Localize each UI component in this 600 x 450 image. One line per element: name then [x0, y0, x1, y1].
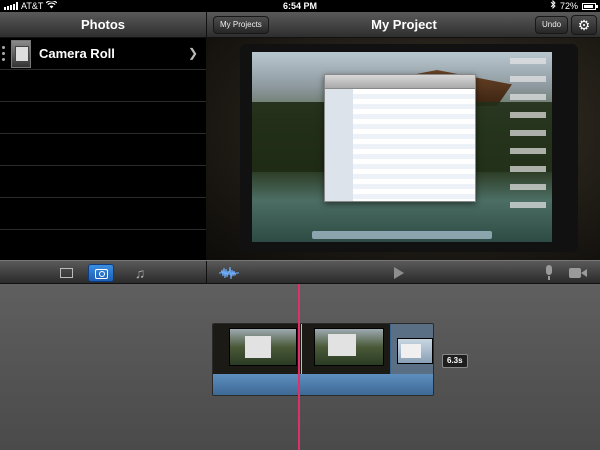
control-bar: ♫ — [0, 260, 600, 285]
list-item — [0, 198, 206, 230]
preview-frame-laptop — [240, 44, 578, 252]
list-item — [0, 134, 206, 166]
preview-finder-sidebar — [325, 89, 353, 201]
video-camera-icon[interactable] — [569, 267, 587, 279]
camera-icon — [94, 268, 108, 279]
play-button[interactable] — [394, 267, 404, 279]
photos-header: Photos — [0, 12, 206, 38]
album-thumbnail — [11, 39, 31, 68]
album-label: Camera Roll — [39, 46, 115, 61]
preview-finder-toolbar — [325, 75, 475, 89]
chevron-right-icon: ❯ — [187, 46, 198, 60]
drag-handle-icon[interactable] — [2, 46, 8, 61]
tab-music[interactable]: ♫ — [127, 264, 153, 282]
preview-finder-window — [324, 74, 476, 202]
preview-finder-content — [353, 89, 475, 201]
clip-thumbnail — [302, 324, 390, 374]
list-item — [0, 166, 206, 198]
list-item — [0, 102, 206, 134]
album-camera-roll[interactable]: Camera Roll ❯ — [0, 38, 206, 70]
status-right: 72% — [550, 0, 598, 12]
video-preview[interactable] — [206, 38, 600, 260]
status-time: 6:54 PM — [282, 1, 317, 11]
album-list: Camera Roll ❯ — [0, 38, 206, 260]
preview-frame-screen — [252, 52, 552, 242]
undo-button[interactable]: Undo — [535, 16, 569, 34]
tab-photos[interactable] — [88, 264, 114, 282]
gear-icon: ⚙ — [577, 17, 591, 33]
battery-percent: 72% — [559, 1, 578, 11]
clip-thumbnail — [213, 324, 301, 374]
timeline[interactable]: 6.3s — [0, 284, 600, 450]
preview-dock — [312, 231, 492, 239]
status-bar: AT&T 6:54 PM 72% — [0, 0, 600, 12]
clip-audio-bar — [213, 374, 433, 395]
audio-waveform-icon[interactable] — [218, 266, 240, 280]
preview-desktop-icons — [510, 58, 546, 218]
clip-duration-badge: 6.3s — [442, 354, 468, 368]
playhead[interactable] — [298, 284, 300, 450]
project-header: My Project My Projects Undo ⚙ — [206, 12, 600, 38]
bluetooth-icon — [550, 0, 556, 12]
photos-title: Photos — [80, 17, 126, 32]
timeline-clip[interactable] — [212, 323, 434, 396]
clip-thumbnail — [391, 324, 433, 374]
microphone-icon[interactable] — [544, 265, 554, 281]
control-divider — [206, 261, 207, 285]
settings-button[interactable]: ⚙ — [571, 15, 597, 35]
list-item — [0, 70, 206, 102]
battery-icon — [582, 2, 598, 10]
music-icon: ♫ — [134, 265, 146, 281]
tab-video[interactable] — [53, 264, 79, 282]
video-icon — [59, 267, 73, 278]
my-projects-button[interactable]: My Projects — [213, 16, 269, 34]
